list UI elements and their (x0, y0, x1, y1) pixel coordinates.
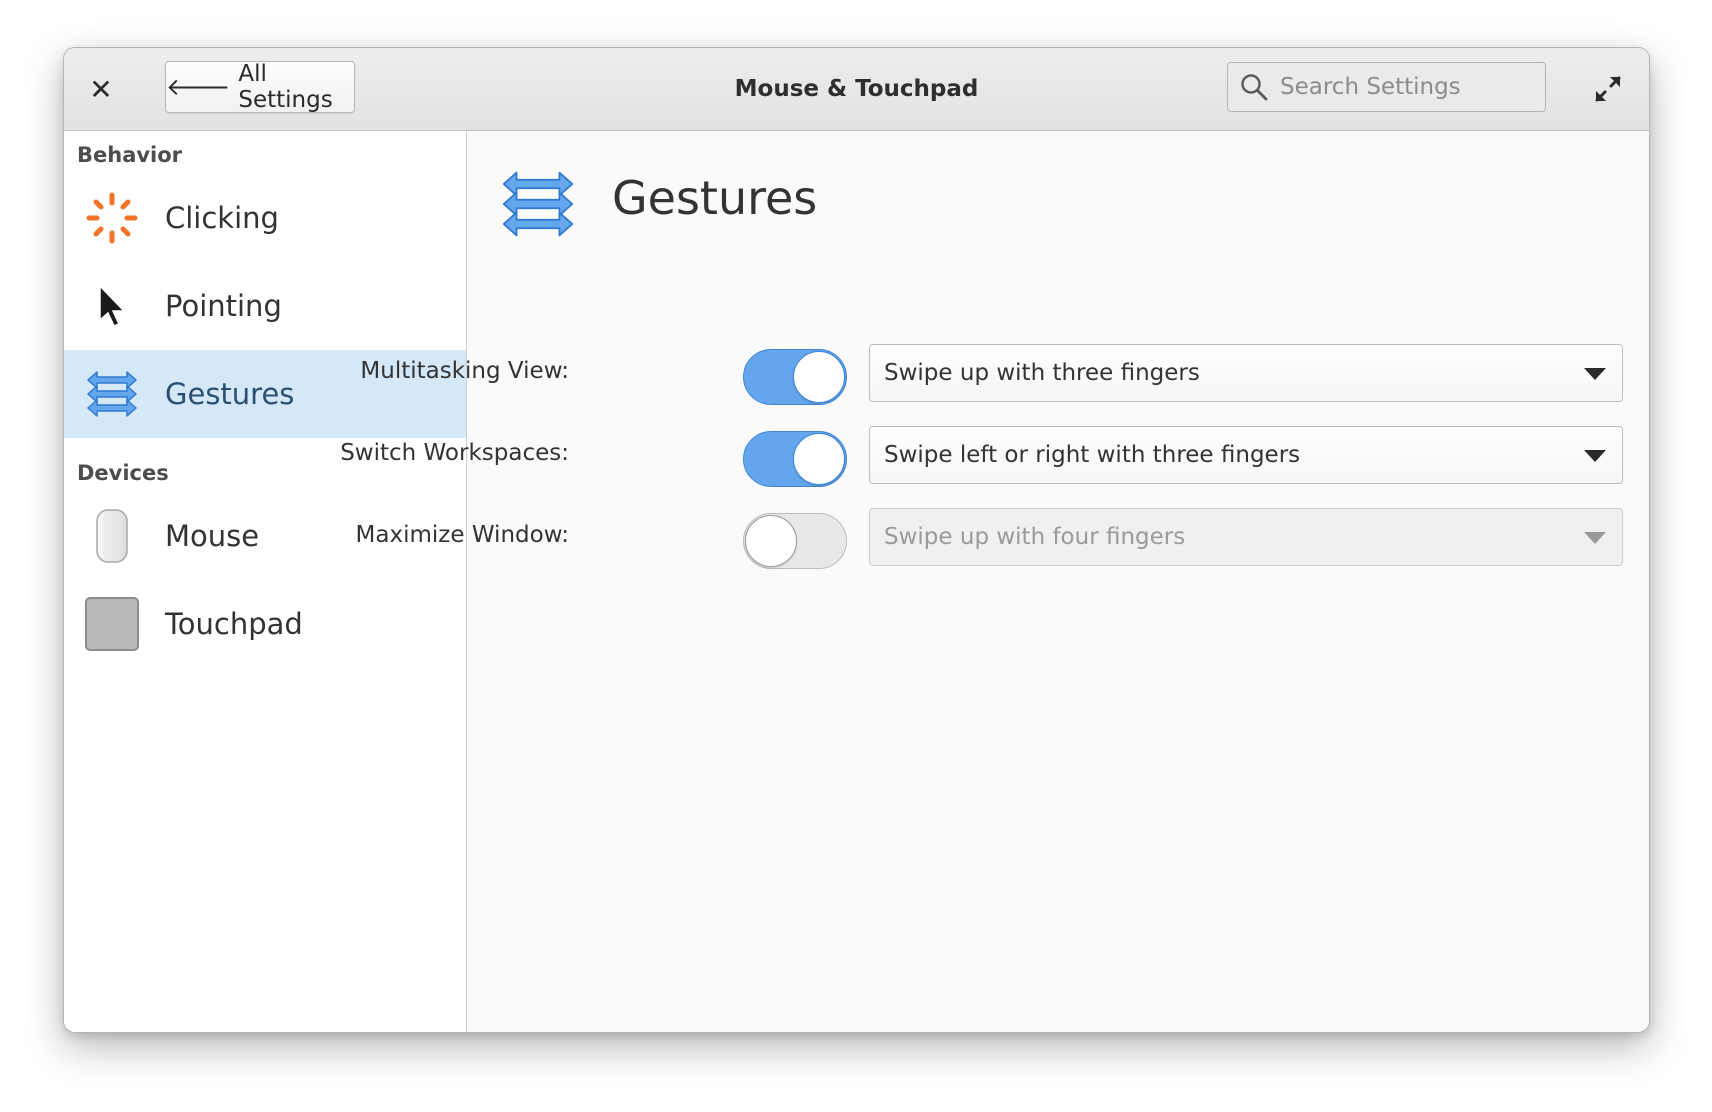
maximize-window-toggle[interactable] (743, 513, 847, 569)
sidebar-item-clicking[interactable]: Clicking (64, 174, 466, 262)
search-field[interactable] (1227, 62, 1546, 112)
touchpad-icon (84, 596, 140, 652)
maximize-window-dropdown: Swipe up with four fingers (869, 508, 1623, 566)
maximize-icon[interactable] (1592, 73, 1624, 105)
back-button-label: All Settings (238, 61, 333, 113)
clicking-icon (84, 190, 140, 246)
back-arrow-icon: 🡐 (166, 73, 231, 101)
sidebar-section-behavior: Behavior (77, 143, 183, 167)
mouse-icon (84, 508, 140, 564)
switch-workspaces-dropdown[interactable]: Swipe left or right with three fingers (869, 426, 1623, 484)
gestures-panel: Gestures Multitasking View: Swipe up wit… (340, 131, 1649, 1032)
sidebar: Behavior Clicking Pointing Gestures Devi… (64, 131, 467, 1032)
dropdown-arrow-icon (1584, 368, 1606, 380)
setting-row-switch-workspaces: Switch Workspaces: Swipe left or right w… (340, 426, 1649, 487)
dropdown-arrow-icon (1584, 532, 1606, 544)
setting-row-multitasking-view: Multitasking View: Swipe up with three f… (360, 344, 1649, 405)
search-input[interactable] (1278, 73, 1532, 101)
gestures-icon (502, 171, 574, 237)
sidebar-item-label: Mouse (165, 519, 260, 553)
multitasking-view-toggle[interactable] (743, 349, 847, 405)
dropdown-value: Swipe up with four fingers (884, 524, 1186, 550)
sidebar-item-touchpad[interactable]: Touchpad (64, 580, 466, 668)
toggle-knob (745, 515, 797, 567)
setting-row-maximize-window: Maximize Window: Swipe up with four fing… (356, 508, 1649, 569)
close-button[interactable]: ✕ (84, 72, 118, 106)
setting-label: Multitasking View: (360, 358, 569, 384)
search-icon (1241, 74, 1268, 101)
dropdown-value: Swipe left or right with three fingers (884, 442, 1301, 468)
all-settings-button[interactable]: 🡐 All Settings (165, 61, 355, 113)
dropdown-arrow-icon (1584, 450, 1606, 462)
sidebar-item-pointing[interactable]: Pointing (64, 262, 466, 350)
header-bar: ✕ 🡐 All Settings Mouse & Touchpad (64, 48, 1649, 131)
setting-label: Maximize Window: (355, 522, 569, 548)
sidebar-item-label: Touchpad (165, 607, 303, 641)
multitasking-view-dropdown[interactable]: Swipe up with three fingers (869, 344, 1623, 402)
close-icon: ✕ (89, 72, 113, 106)
dropdown-value: Swipe up with three fingers (884, 360, 1200, 386)
toggle-knob (793, 351, 845, 403)
sidebar-section-devices: Devices (77, 461, 169, 485)
switch-workspaces-toggle[interactable] (743, 431, 847, 487)
setting-label: Switch Workspaces: (340, 440, 569, 466)
sidebar-item-label: Clicking (165, 201, 279, 235)
toggle-knob (793, 433, 845, 485)
gestures-icon (84, 366, 140, 422)
sidebar-item-label: Pointing (165, 289, 282, 323)
settings-window: ✕ 🡐 All Settings Mouse & Touchpad Behavi… (63, 47, 1650, 1033)
page-title: Gestures (612, 171, 818, 225)
pointer-icon (84, 278, 140, 334)
sidebar-item-label: Gestures (165, 377, 295, 411)
